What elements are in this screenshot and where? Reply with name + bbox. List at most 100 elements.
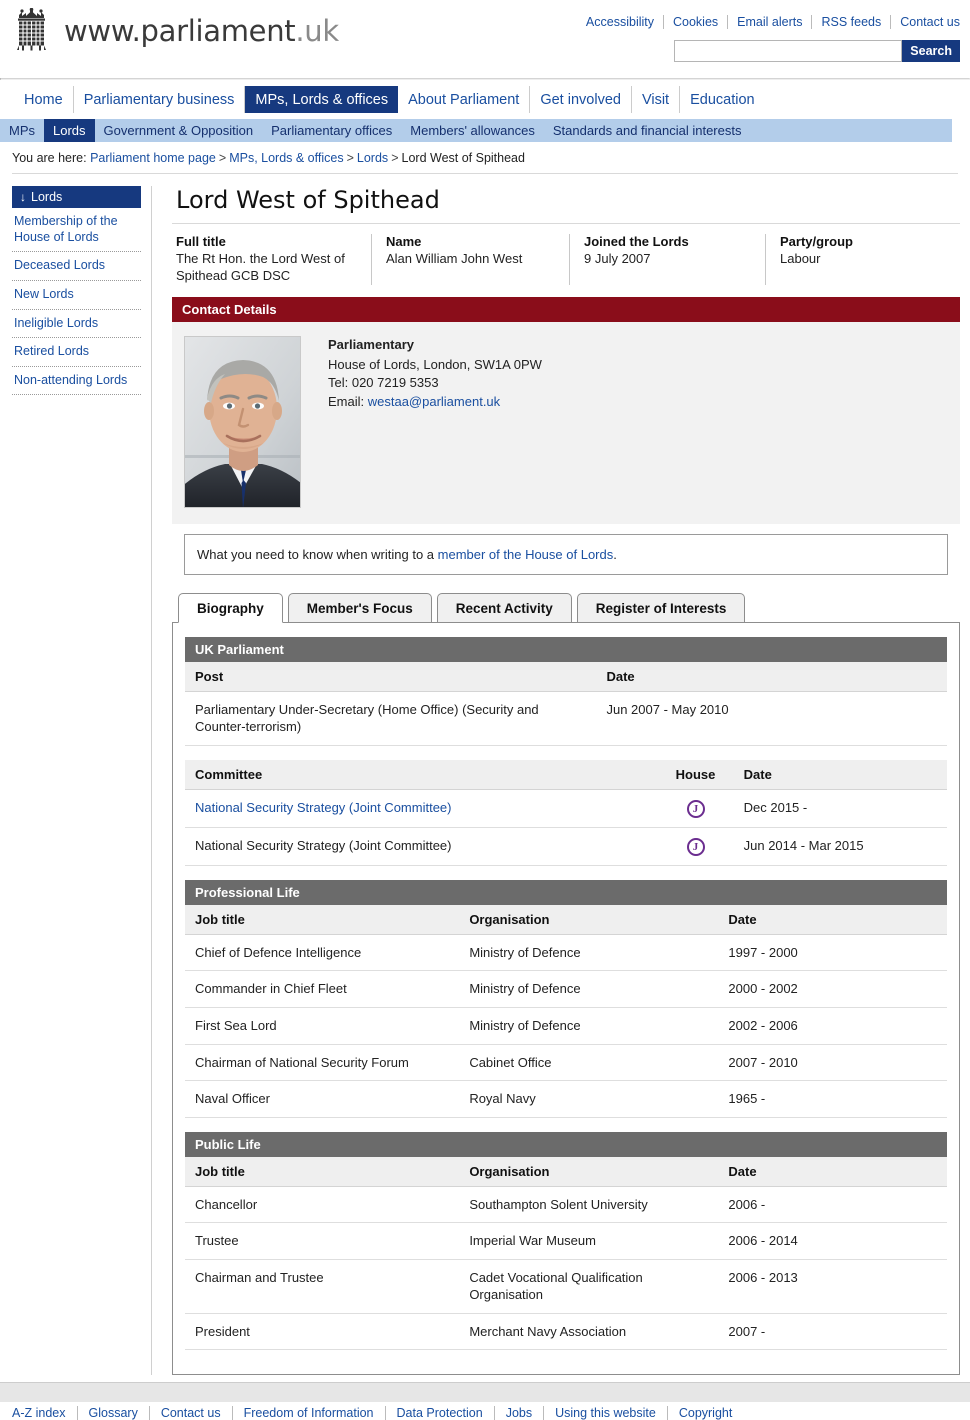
sidebar-item-membership-house-of-lords[interactable]: Membership of the House of Lords (12, 208, 141, 251)
contact-email-row: Email: westaa@parliament.uk (328, 393, 542, 412)
cell-job-title: Chairman of National Security Forum (185, 1044, 460, 1082)
section-header-professional-life: Professional Life (185, 879, 947, 905)
util-link-contact-us[interactable]: Contact us (891, 15, 960, 29)
site-header: www.parliament.uk Accessibility Cookies Em… (0, 0, 970, 78)
main-content: Lord West of Spithead Full title The Rt … (152, 186, 970, 1376)
footer-link-jobs[interactable]: Jobs (494, 1406, 545, 1420)
table-row: Trustee Imperial War Museum 2006 - 2014 (185, 1222, 947, 1260)
sidebar-item-deceased-lords[interactable]: Deceased Lords (12, 252, 141, 280)
table-gap (185, 746, 947, 760)
primary-navigation: Home Parliamentary business MPs, Lords &… (0, 86, 970, 113)
sidebar-item-non-attending-lords[interactable]: Non-attending Lords (12, 367, 141, 395)
tab-recent-activity[interactable]: Recent Activity (436, 592, 572, 622)
table-uk-parliament-committees: Committee House Date National Security S… (185, 759, 947, 866)
writing-notice: What you need to know when writing to a … (184, 533, 948, 575)
site-brand[interactable]: www.parliament.uk (10, 8, 339, 54)
member-summary: Full title The Rt Hon. the Lord West of … (172, 224, 960, 297)
nav-item-parliamentary-business[interactable]: Parliamentary business (74, 86, 246, 113)
tab-register-of-interests[interactable]: Register of Interests (576, 592, 746, 622)
sidebar-heading[interactable]: ↓ Lords (12, 186, 141, 208)
sidebar-item-ineligible-lords[interactable]: Ineligible Lords (12, 310, 141, 338)
table-row: Chairman and Trustee Cadet Vocational Qu… (185, 1259, 947, 1314)
tab-members-focus[interactable]: Member's Focus (287, 592, 432, 622)
footer-link-glossary[interactable]: Glossary (77, 1406, 150, 1420)
tab-biography[interactable]: Biography (178, 592, 283, 623)
table-gap (185, 866, 947, 880)
table-row: Chancellor Southampton Solent University… (185, 1186, 947, 1224)
breadcrumb-link-mps-lords-offices[interactable]: MPs, Lords & offices (229, 151, 343, 165)
cell-organisation: Southampton Solent University (459, 1186, 719, 1224)
table-row: Chairman of National Security Forum Cabi… (185, 1044, 947, 1082)
page-title: Lord West of Spithead (176, 186, 440, 214)
util-link-email-alerts[interactable]: Email alerts (728, 15, 813, 29)
member-portrait (184, 335, 301, 508)
brand-suffix: .uk (295, 14, 339, 48)
footer-link-contact-us[interactable]: Contact us (149, 1406, 233, 1420)
subnav-item-members-allowances[interactable]: Members' allowances (401, 119, 544, 142)
table-row: National Security Strategy (Joint Commit… (185, 827, 947, 866)
cell-date: 2006 - (718, 1186, 947, 1224)
contact-details-header: Contact Details (172, 296, 960, 322)
subnav-item-standards-financial-interests[interactable]: Standards and financial interests (544, 119, 751, 142)
cell-job-title: Trustee (185, 1222, 460, 1260)
summary-full-title: Full title The Rt Hon. the Lord West of … (172, 234, 372, 285)
search-input[interactable] (674, 40, 903, 62)
breadcrumb-separator: > (218, 151, 227, 165)
footer-link-data-protection[interactable]: Data Protection (385, 1406, 495, 1420)
summary-party-group: Party/group Labour (766, 234, 867, 285)
notice-link-member-of-house-of-lords[interactable]: member of the House of Lords (438, 547, 614, 562)
cell-organisation: Ministry of Defence (459, 934, 719, 972)
section-header-uk-parliament: UK Parliament (185, 636, 947, 662)
summary-joined-the-lords: Joined the Lords 9 July 2007 (570, 234, 766, 285)
column-header-date: Date (733, 759, 947, 790)
nav-item-visit[interactable]: Visit (632, 86, 681, 113)
cell-job-title: Naval Officer (185, 1080, 460, 1118)
cell-organisation: Royal Navy (459, 1080, 719, 1118)
table-header-row: Job title Organisation Date (185, 904, 947, 935)
nav-item-get-involved[interactable]: Get involved (530, 86, 632, 113)
sidebar: ↓ Lords Membership of the House of Lords… (12, 186, 152, 1376)
list-item: Ineligible Lords (12, 310, 141, 339)
brand-main: www.parliament (64, 14, 296, 48)
footer-link-copyright[interactable]: Copyright (668, 1406, 744, 1420)
subnav-item-lords[interactable]: Lords (44, 119, 95, 142)
tab-panel-biography: UK Parliament Post Date Parliamentary Un… (172, 621, 960, 1376)
footer-link-a-z-index[interactable]: A-Z index (12, 1406, 78, 1420)
util-link-rss-feeds[interactable]: RSS feeds (812, 15, 892, 29)
list-item: Non-attending Lords (12, 367, 141, 396)
summary-name: Name Alan William John West (372, 234, 570, 285)
section-header-public-life: Public Life (185, 1131, 947, 1157)
breadcrumb-link-home[interactable]: Parliament home page (90, 151, 216, 165)
search-button[interactable]: Search (902, 40, 960, 62)
secondary-navigation: MPs Lords Government & Opposition Parlia… (0, 119, 952, 142)
util-link-accessibility[interactable]: Accessibility (585, 15, 664, 29)
column-header-date: Date (718, 904, 947, 935)
avatar (185, 336, 300, 507)
subnav-item-mps[interactable]: MPs (0, 119, 44, 142)
cell-date: 2002 - 2006 (718, 1007, 947, 1045)
summary-value: Labour (780, 251, 821, 266)
contact-email-link[interactable]: westaa@parliament.uk (368, 394, 500, 409)
footer-link-freedom-of-information[interactable]: Freedom of Information (232, 1406, 386, 1420)
nav-item-home[interactable]: Home (14, 86, 74, 113)
summary-label: Full title (176, 234, 226, 249)
subnav-item-government-opposition[interactable]: Government & Opposition (95, 119, 263, 142)
breadcrumb-current: Lord West of Spithead (401, 151, 525, 165)
nav-item-mps-lords-offices[interactable]: MPs, Lords & offices (245, 86, 399, 113)
nav-item-about-parliament[interactable]: About Parliament (398, 86, 531, 113)
sidebar-item-new-lords[interactable]: New Lords (12, 281, 141, 309)
summary-label: Joined the Lords (584, 234, 689, 249)
util-link-cookies[interactable]: Cookies (664, 15, 729, 29)
footer-link-using-this-website[interactable]: Using this website (544, 1406, 668, 1420)
sidebar-item-retired-lords[interactable]: Retired Lords (12, 338, 141, 366)
committee-link[interactable]: National Security Strategy (Joint Commit… (195, 800, 451, 815)
list-item: Membership of the House of Lords (12, 208, 141, 253)
subnav-item-parliamentary-offices[interactable]: Parliamentary offices (262, 119, 401, 142)
contact-details-body: Parliamentary House of Lords, London, SW… (172, 321, 960, 524)
breadcrumb-link-lords[interactable]: Lords (357, 151, 388, 165)
joint-committee-badge-icon: J (686, 837, 705, 856)
cell-date: Jun 2014 - Mar 2015 (733, 827, 947, 866)
nav-item-education[interactable]: Education (680, 86, 765, 113)
cell-date: 2007 - (718, 1313, 947, 1351)
joint-committee-badge-icon: J (686, 799, 705, 818)
